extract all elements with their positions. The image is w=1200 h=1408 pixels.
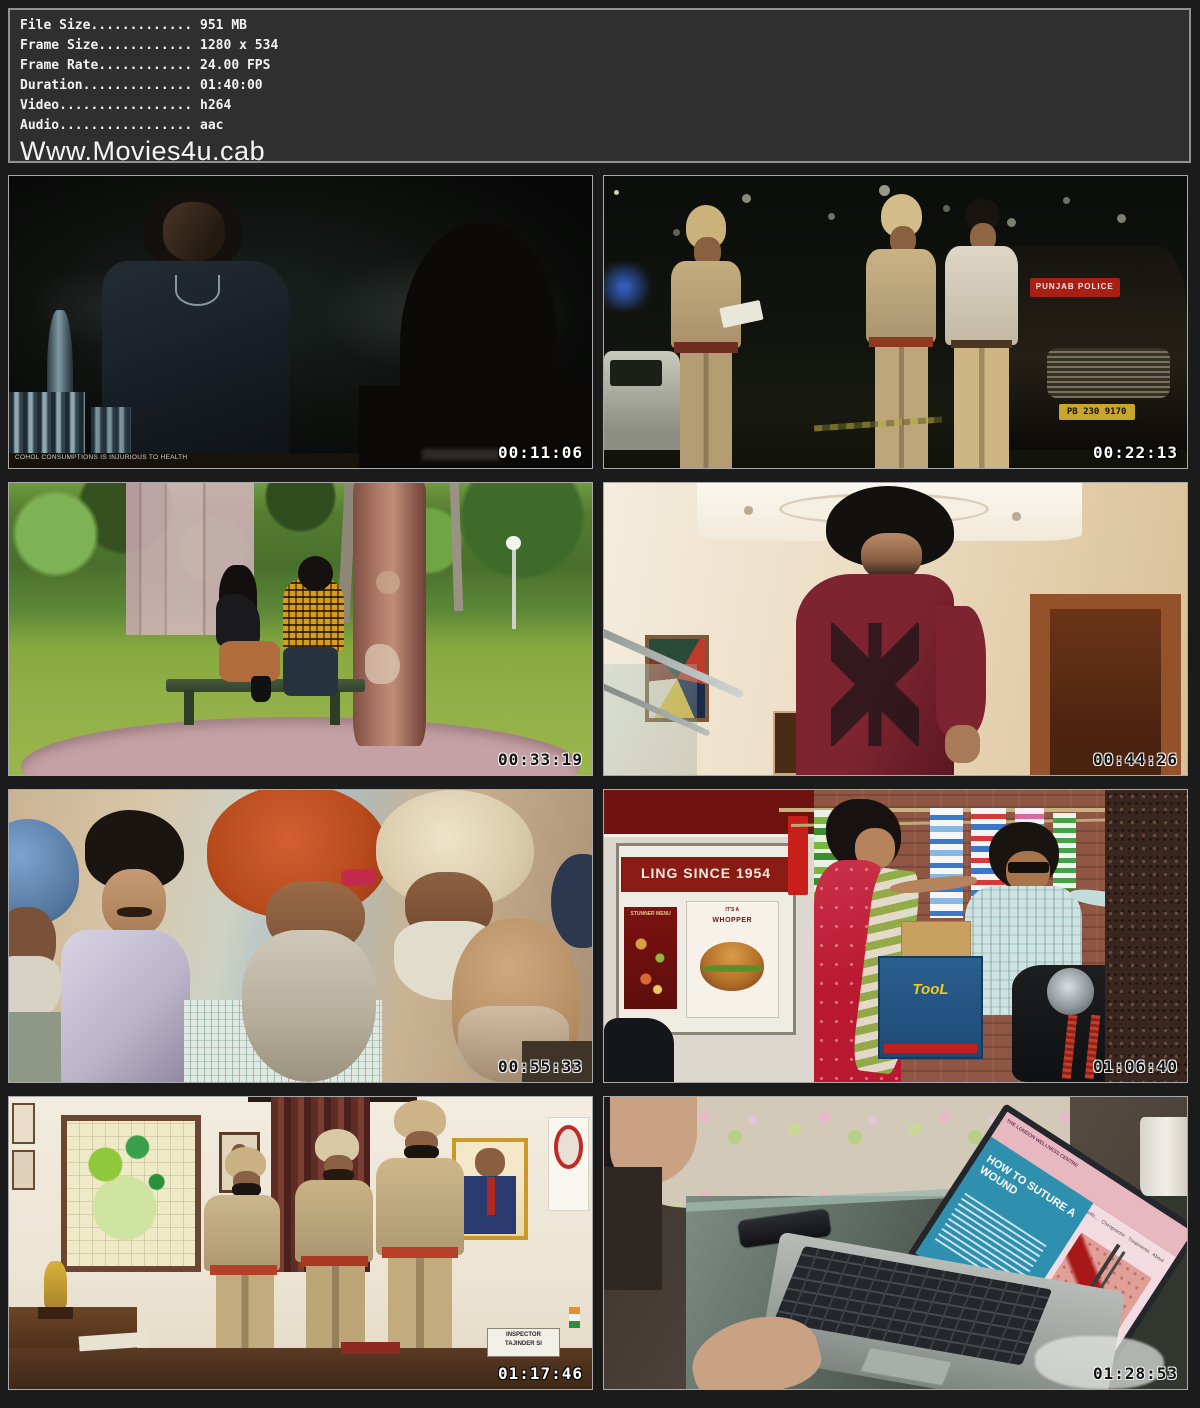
coca-cola-banner	[788, 816, 808, 895]
screenshot-grid: COHOL CONSUMPTIONS IS INJURIOUS TO HEALT…	[0, 163, 1200, 1399]
screenshot-laptop-suture: THE LONDON WELLNESS CENTRE Home Help me …	[603, 1096, 1188, 1390]
screenshot-park-bench: 00:33:19	[8, 482, 593, 776]
lamp-post	[512, 547, 517, 629]
officer-a-shirt	[204, 1195, 280, 1271]
frame-size-line: Frame Size............ 1280 x 534	[20, 36, 1189, 56]
officer2-shirt	[866, 249, 936, 342]
officer1-trousers	[680, 353, 732, 468]
screenshot-street-market: LING SINCE 1954 STUNNER MENU IT'S A WHOP…	[603, 789, 1188, 1083]
gold-trophy	[44, 1261, 67, 1311]
small-frame-1	[12, 1103, 35, 1144]
whopper-poster-line1: IT'S A	[703, 907, 761, 914]
map-frame	[61, 1115, 201, 1273]
young-man-face	[102, 869, 166, 936]
timestamp-overlay: 00:22:13	[1093, 443, 1178, 462]
media-info-sheet: File Size............. 951 MB Frame Size…	[0, 8, 1200, 1399]
storefront-awning	[604, 790, 814, 837]
trunk-bark-patch	[365, 644, 400, 685]
officer2-belt	[869, 337, 933, 347]
ambedkar-red-tie	[487, 1177, 495, 1215]
man-arm	[936, 606, 986, 734]
video-codec-line: Video................. h264	[20, 96, 1189, 116]
desk-nameplate: INSPECTOR TAJINDER SI	[487, 1328, 560, 1357]
nameplate-line2: TAJINDER SI	[488, 1340, 559, 1348]
storefront-sign: LING SINCE 1954	[621, 857, 790, 892]
frame-rate-line: Frame Rate............ 24.00 FPS	[20, 56, 1189, 76]
suv-sign: PUNJAB POLICE	[1030, 278, 1120, 297]
motorcycle-headlight	[1047, 968, 1094, 1015]
young-man-shirt	[61, 930, 189, 1082]
license-plate: PB 230 9170	[1059, 404, 1135, 420]
elder-long-gray-beard	[242, 930, 376, 1082]
man-hand	[945, 725, 980, 763]
man-hair-park	[298, 556, 333, 591]
cart-red-stripe	[884, 1044, 977, 1053]
woman-black-top	[216, 594, 260, 647]
tshirt-flag-print	[831, 623, 918, 746]
civilian-white-shirt	[945, 246, 1018, 345]
ambedkar-head	[475, 1148, 504, 1177]
menu-poster-food-dots	[627, 930, 674, 1000]
civilian-trousers	[954, 348, 1009, 468]
screenshot-crowd: 00:55:33	[8, 789, 593, 1083]
emblem-red-ring	[554, 1125, 583, 1169]
trophy-base	[38, 1307, 73, 1319]
health-warning-caption: COHOL CONSUMPTIONS IS INJURIOUS TO HEALT…	[15, 454, 187, 462]
screenshot-police-office: INSPECTOR TAJINDER SI 01:17:46	[8, 1096, 593, 1390]
officer-b-belt	[301, 1256, 368, 1267]
person-shoulder	[604, 1167, 662, 1290]
paper-cup	[1140, 1117, 1188, 1196]
file-size-line: File Size............. 951 MB	[20, 16, 1189, 36]
officer2-trousers	[875, 347, 927, 468]
mini-india-flag	[569, 1307, 581, 1327]
audio-codec-line: Audio................. aac	[20, 116, 1189, 136]
big-tree-trunk	[353, 483, 426, 746]
timestamp-overlay: 01:06:40	[1093, 1057, 1178, 1076]
timestamp-overlay: 00:44:26	[1093, 750, 1178, 769]
officer-b-shirt	[295, 1180, 374, 1262]
suv-grille	[1047, 348, 1169, 398]
woman-tan-pants	[219, 641, 280, 682]
timestamp-overlay: 00:33:19	[498, 750, 583, 769]
woman-boot	[251, 676, 271, 702]
screenshot-police-night: PUNJAB POLICE PB 230 9170 00:22:13	[603, 175, 1188, 469]
screenshot-interior-stairs: 00:44:26	[603, 482, 1188, 776]
duration-line: Duration.............. 01:40:00	[20, 76, 1189, 96]
police-beacon-glow	[603, 264, 656, 311]
rider-sunglasses	[1008, 862, 1049, 874]
timestamp-overlay: 01:28:53	[1093, 1364, 1178, 1383]
man-face	[163, 202, 224, 260]
screenshot-night-bar: COHOL CONSUMPTIONS IS INJURIOUS TO HEALT…	[8, 175, 593, 469]
file-info-panel: File Size............. 951 MB Frame Size…	[8, 8, 1191, 163]
timestamp-overlay: 00:55:33	[498, 1057, 583, 1076]
street-light-bokeh	[614, 190, 619, 195]
officer1-belt	[674, 342, 738, 352]
burger-lettuce	[702, 965, 763, 972]
bench-leg-left	[184, 690, 194, 725]
sachet-strip-white	[930, 808, 962, 919]
timestamp-overlay: 01:17:46	[498, 1364, 583, 1383]
turban-red-band	[341, 869, 376, 887]
nameplate-line1: INSPECTOR	[488, 1331, 559, 1341]
officer1-shirt	[671, 261, 741, 349]
granite-pillar	[1105, 790, 1187, 1082]
lamp-globe	[506, 536, 521, 551]
red-books	[341, 1342, 399, 1354]
officer-c-shirt	[376, 1158, 463, 1254]
punjabi-caption-smudge	[422, 449, 500, 460]
site-watermark: Www.Movies4u.cab	[20, 136, 1189, 166]
timestamp-overlay: 00:11:06	[498, 443, 583, 462]
cardboard-box	[901, 921, 971, 959]
young-man-mustache	[117, 907, 152, 917]
small-frame-2	[12, 1150, 35, 1191]
man-jeans	[283, 647, 338, 697]
officer-a-belt	[210, 1265, 277, 1276]
civilian-belt	[951, 340, 1012, 349]
trunk-bark-patch-2	[376, 571, 399, 594]
parked-scooter-dark	[604, 1018, 674, 1082]
jeep-window	[610, 360, 662, 386]
whopper-poster-line2: WHOPPER	[694, 916, 770, 926]
